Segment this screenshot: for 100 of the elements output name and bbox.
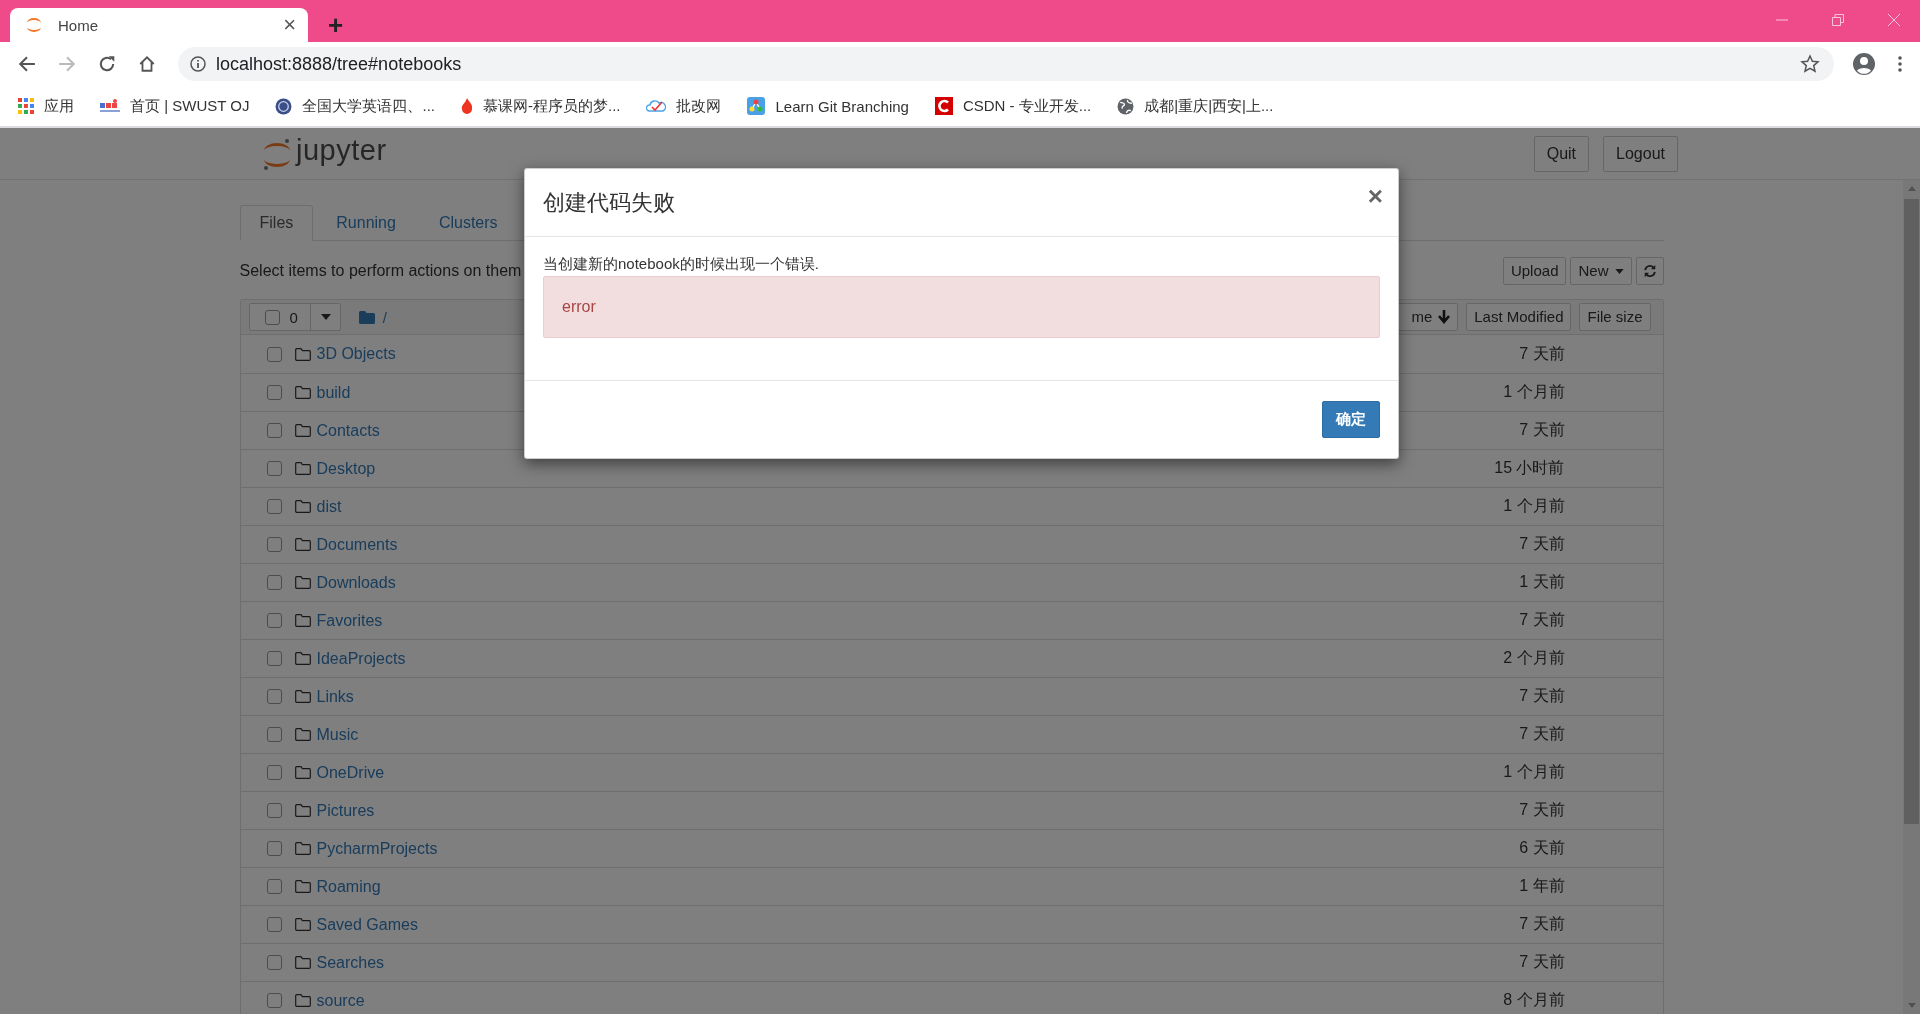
file-row[interactable]: Roaming 1 年前 — [240, 867, 1663, 905]
checkbox[interactable] — [266, 575, 282, 590]
select-all-control[interactable]: 0 — [248, 303, 341, 331]
bookmark[interactable]: 批改网 — [642, 96, 726, 116]
bookmark[interactable]: CSDN - 专业开发... — [930, 96, 1096, 116]
file-row[interactable]: 3D Objects 7 天前 — [240, 335, 1663, 373]
back-icon[interactable] — [18, 55, 36, 73]
checkbox[interactable] — [266, 727, 282, 742]
close-button[interactable]: × — [1367, 183, 1383, 209]
tab[interactable]: Running — [316, 205, 416, 240]
folder-link[interactable]: Desktop — [316, 459, 376, 478]
menu-icon[interactable] — [1898, 56, 1902, 72]
checkbox[interactable] — [266, 955, 282, 970]
bookmark[interactable]: 应用 — [14, 96, 78, 116]
modified-time: 7 天前 — [1519, 610, 1565, 630]
scrollbar-thumb[interactable] — [1904, 199, 1919, 824]
scroll-up-icon[interactable] — [1907, 186, 1916, 191]
checkbox[interactable] — [266, 385, 282, 400]
folder-link[interactable]: PycharmProjects — [316, 839, 438, 858]
checkbox[interactable] — [266, 841, 282, 856]
checkbox[interactable] — [266, 613, 282, 628]
info-icon[interactable] — [190, 56, 206, 72]
toolbar-button[interactable]: Upload — [1502, 257, 1567, 285]
folder-link[interactable]: dist — [316, 497, 342, 516]
bookmark[interactable]: 成都|重庆|西安|上... — [1113, 96, 1278, 116]
folder-link[interactable]: Roaming — [316, 877, 381, 896]
error-alert: error — [543, 276, 1380, 338]
folder-link[interactable]: 3D Objects — [316, 345, 396, 363]
file-row[interactable]: Favorites 7 天前 — [240, 601, 1663, 639]
file-row[interactable]: Music 7 天前 — [240, 715, 1663, 753]
folder-icon[interactable] — [358, 310, 375, 324]
folder-link[interactable]: Pictures — [316, 801, 375, 820]
checkbox[interactable] — [266, 803, 282, 818]
folder-link[interactable]: build — [316, 383, 351, 402]
file-row[interactable]: Pictures 7 天前 — [240, 791, 1663, 829]
folder-icon — [294, 880, 311, 893]
file-row[interactable]: Downloads 1 天前 — [240, 563, 1663, 601]
file-row[interactable]: OneDrive 1 个月前 — [240, 753, 1663, 791]
star-icon[interactable] — [1800, 54, 1820, 74]
checkbox[interactable] — [266, 765, 282, 780]
checkbox[interactable] — [266, 917, 282, 932]
header-button[interactable]: Quit — [1533, 135, 1590, 172]
bookmark[interactable]: Learn Git Branching — [743, 97, 913, 115]
forward-icon[interactable] — [58, 55, 76, 73]
file-row[interactable]: Saved Games 7 天前 — [240, 905, 1663, 943]
file-row[interactable]: PycharmProjects 6 天前 — [240, 829, 1663, 867]
refresh-button[interactable] — [1635, 257, 1664, 285]
file-row[interactable]: Links 7 天前 — [240, 677, 1663, 715]
checkbox[interactable] — [266, 461, 282, 476]
browser-tab[interactable]: Home × — [10, 8, 308, 42]
folder-link[interactable]: Saved Games — [316, 915, 418, 934]
close-icon[interactable] — [1888, 14, 1900, 26]
file-row[interactable]: dist 1 个月前 — [240, 487, 1663, 525]
file-row[interactable]: IdeaProjects 2 个月前 — [240, 639, 1663, 677]
jupyter-wordmark[interactable]: jupyter — [296, 134, 387, 167]
breadcrumb-link[interactable]: / — [382, 308, 387, 326]
scrollbar[interactable] — [1903, 180, 1920, 1014]
home-icon[interactable] — [138, 55, 156, 73]
jupyter-logo-icon[interactable] — [262, 136, 292, 171]
checkbox[interactable] — [266, 346, 282, 362]
profile-icon[interactable] — [1852, 52, 1876, 76]
folder-link[interactable]: IdeaProjects — [316, 649, 406, 668]
folder-link[interactable]: Favorites — [316, 611, 383, 630]
checkbox[interactable] — [266, 651, 282, 666]
scroll-down-icon[interactable] — [1907, 1003, 1916, 1008]
ok-button[interactable]: 确定 — [1322, 401, 1380, 438]
bookmark[interactable]: 首页 | SWUST OJ — [96, 96, 254, 116]
folder-link[interactable]: source — [316, 991, 365, 1010]
close-tab-button[interactable]: × — [283, 14, 296, 36]
folder-link[interactable]: Downloads — [316, 573, 396, 592]
folder-link[interactable]: Documents — [316, 535, 398, 554]
folder-link[interactable]: Links — [316, 687, 354, 706]
file-row[interactable]: Documents 7 天前 — [240, 525, 1663, 563]
checkbox[interactable] — [266, 879, 282, 894]
sort-button[interactable]: File size — [1579, 303, 1651, 331]
tab[interactable]: Files — [239, 205, 314, 241]
folder-link[interactable]: Searches — [316, 953, 385, 972]
file-row[interactable]: Searches 7 天前 — [240, 943, 1663, 981]
folder-link[interactable]: Contacts — [316, 421, 380, 440]
sort-button[interactable]: Last Modified — [1466, 303, 1572, 331]
reload-icon[interactable] — [98, 55, 116, 73]
dropdown-button[interactable]: New — [1570, 257, 1632, 285]
checkbox[interactable] — [264, 309, 280, 325]
modified-time: 1 天前 — [1519, 572, 1565, 592]
new-tab-button[interactable]: + — [328, 12, 344, 38]
checkbox[interactable] — [266, 993, 282, 1008]
tab[interactable]: Clusters — [418, 205, 518, 240]
bookmark[interactable]: 全国大学英语四、... — [271, 96, 439, 116]
checkbox[interactable] — [266, 689, 282, 704]
folder-link[interactable]: Music — [316, 725, 359, 744]
bookmark[interactable]: 慕课网-程序员的梦... — [457, 96, 625, 116]
caret-icon[interactable] — [320, 314, 331, 320]
header-button[interactable]: Logout — [1603, 135, 1678, 172]
address-bar[interactable]: localhost:8888/tree#notebooks — [178, 47, 1834, 81]
checkbox[interactable] — [266, 423, 282, 438]
checkbox[interactable] — [266, 499, 282, 514]
file-row[interactable]: source 8 个月前 — [240, 981, 1663, 1014]
checkbox[interactable] — [266, 537, 282, 552]
restore-icon[interactable] — [1832, 14, 1844, 26]
folder-link[interactable]: OneDrive — [316, 763, 385, 782]
